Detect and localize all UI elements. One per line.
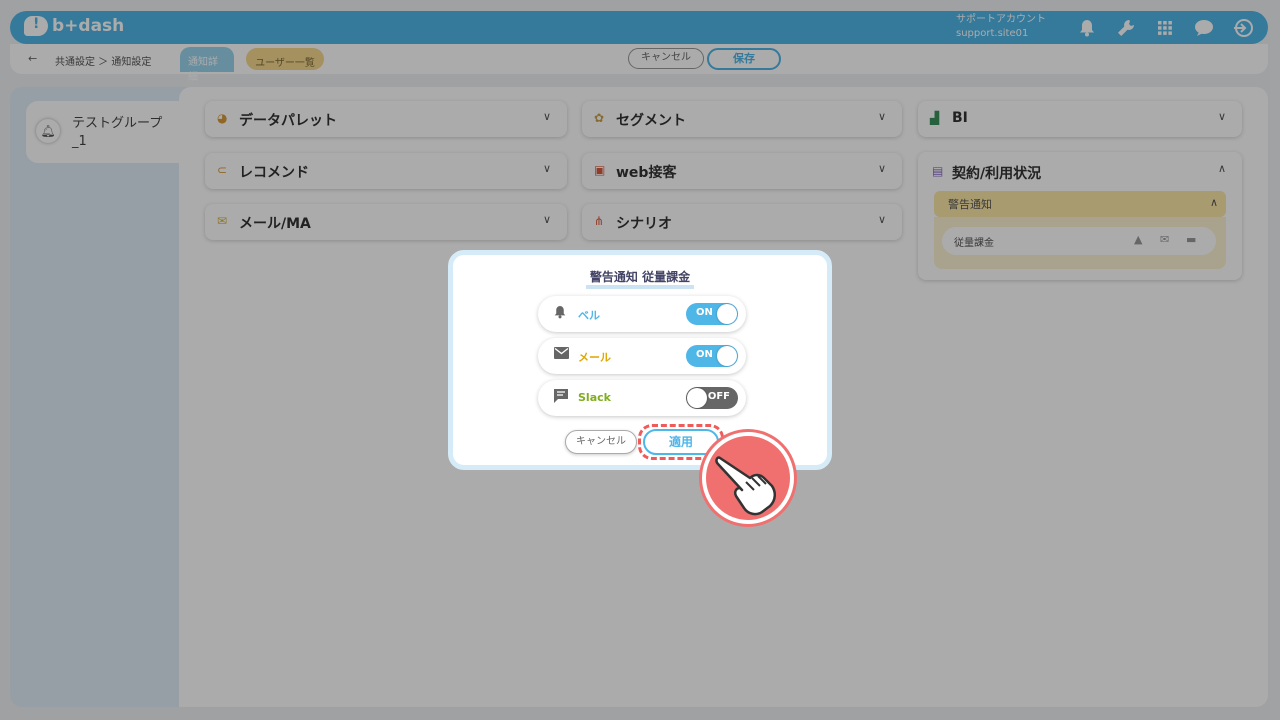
toggle-state: ON bbox=[696, 349, 713, 360]
slack-toggle[interactable]: OFF bbox=[686, 387, 738, 409]
mail-setting-row: メール ON bbox=[538, 338, 746, 374]
tap-hint-icon bbox=[702, 432, 794, 524]
toggle-state: OFF bbox=[707, 391, 730, 402]
mail-toggle[interactable]: ON bbox=[686, 345, 738, 367]
chat-icon bbox=[554, 389, 568, 407]
bell-icon bbox=[554, 305, 566, 323]
modal-cancel-button[interactable]: キャンセル bbox=[565, 430, 637, 454]
bell-toggle[interactable]: ON bbox=[686, 303, 738, 325]
mail-icon bbox=[554, 347, 569, 363]
bell-label: ベル bbox=[578, 309, 600, 322]
modal-title: 警告通知 従量課金 bbox=[453, 269, 827, 289]
bell-setting-row: ベル ON bbox=[538, 296, 746, 332]
slack-label: Slack bbox=[578, 391, 611, 404]
toggle-state: ON bbox=[696, 307, 713, 318]
mail-label: メール bbox=[578, 351, 611, 364]
slack-setting-row: Slack OFF bbox=[538, 380, 746, 416]
